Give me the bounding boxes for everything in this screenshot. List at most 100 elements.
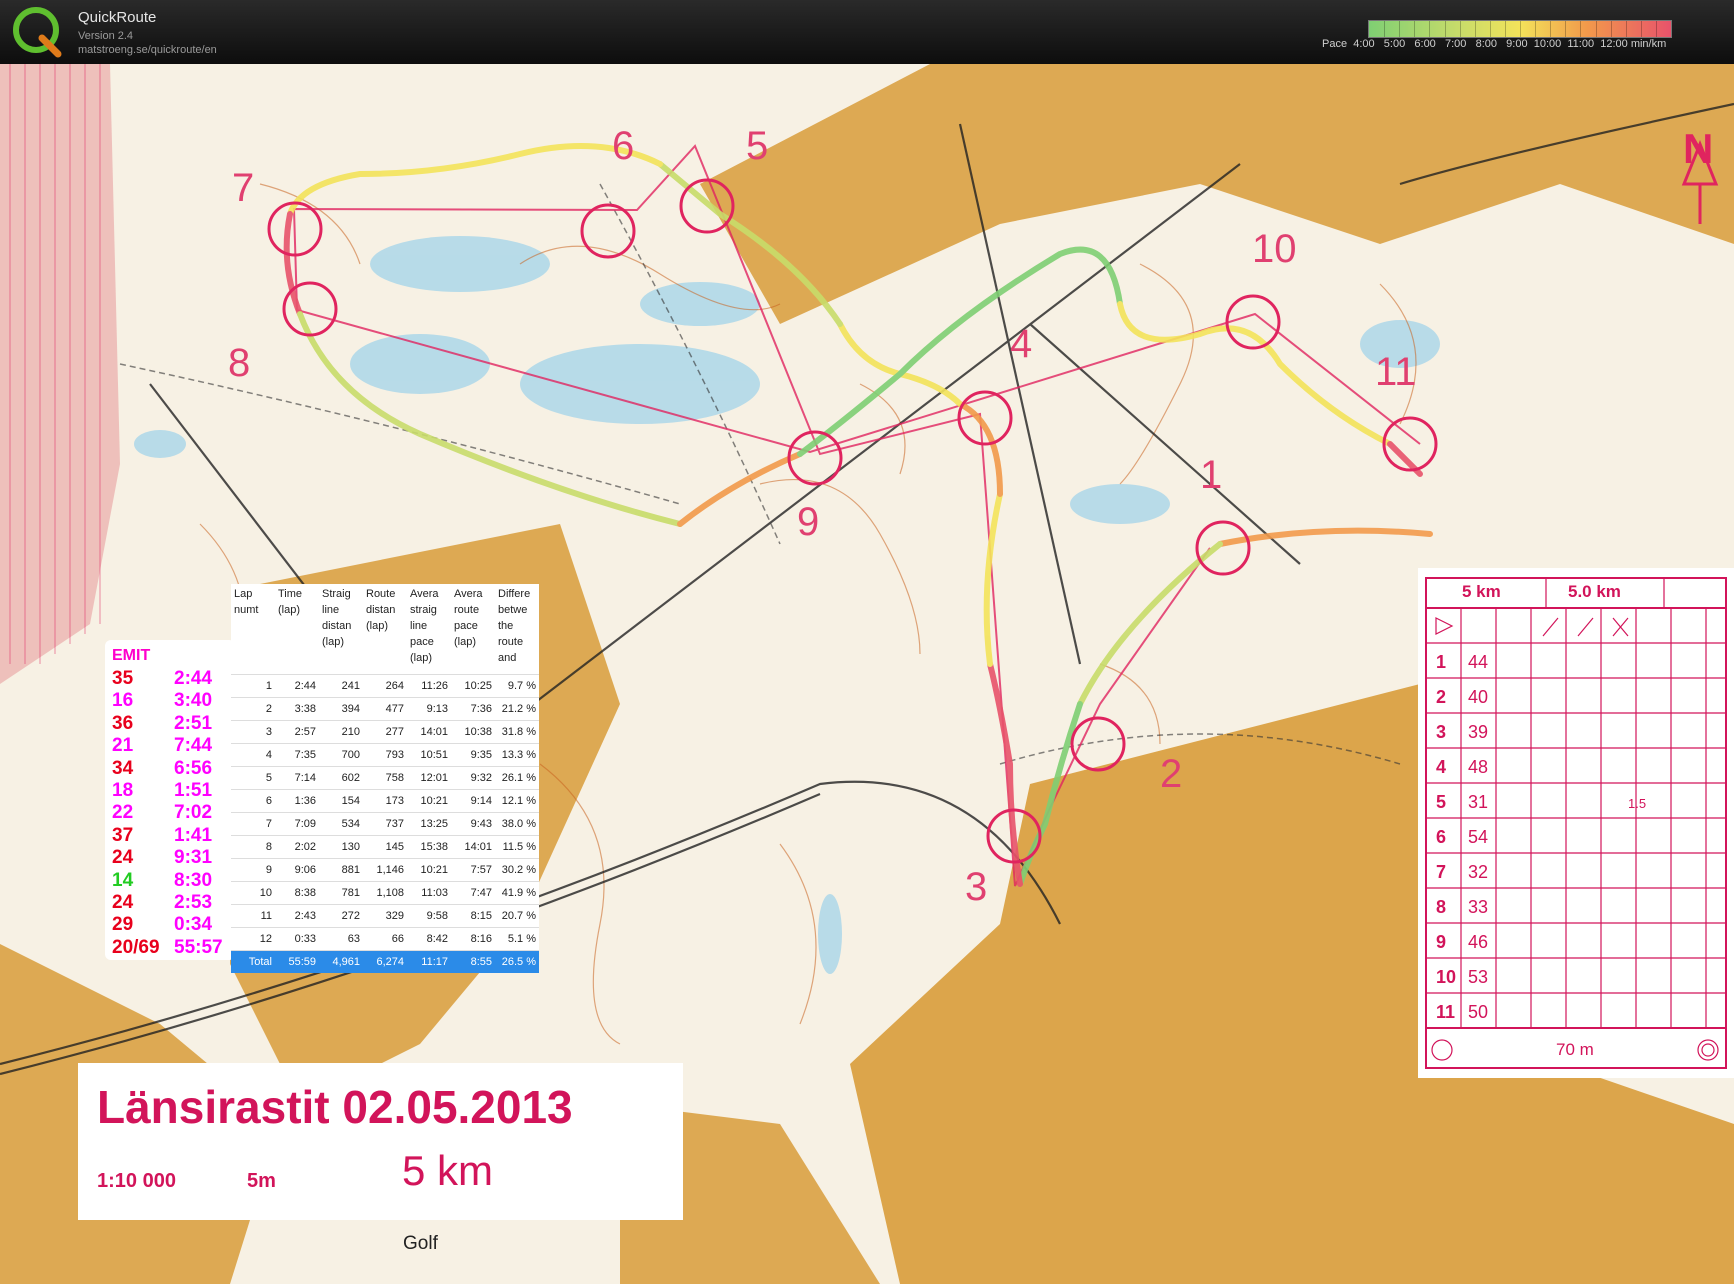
lap-table-cell: 7 bbox=[231, 812, 275, 836]
pace-bar-cell bbox=[1474, 21, 1476, 37]
pace-bar-cell bbox=[1414, 21, 1416, 37]
desc-control-number: 3 bbox=[1436, 722, 1447, 742]
emit-split-time: 2:51 bbox=[174, 712, 213, 734]
lap-table-row: 11 2:43 272 329 9:58 8:15 20.7 % bbox=[231, 904, 539, 928]
lap-table-header: Avera straig line pace (lap) bbox=[410, 588, 439, 664]
desc-control-number: 5 bbox=[1436, 792, 1447, 812]
lap-table-row: 3 2:57 210 277 14:01 10:38 31.8 % bbox=[231, 720, 539, 744]
lap-table-cell: 1:36 bbox=[275, 789, 319, 813]
lap-table-cell: 41.9 % bbox=[495, 881, 539, 905]
emit-split-time: 6:56 bbox=[174, 757, 213, 779]
pace-tick: 8:00 bbox=[1475, 38, 1497, 50]
lap-table-cell: 0:33 bbox=[275, 927, 319, 951]
course-distance: 5 km bbox=[402, 1147, 494, 1194]
emit-split-row: 29 0:34 bbox=[112, 914, 232, 936]
lap-table-cell: 9:35 bbox=[451, 743, 495, 767]
desc-control-number: 8 bbox=[1436, 897, 1447, 917]
emit-split-time: 3:40 bbox=[174, 690, 213, 712]
lap-table-header: Straig line distan (lap) bbox=[322, 588, 352, 648]
emit-split-time: 8:30 bbox=[174, 869, 213, 891]
pace-bar-cell bbox=[1595, 21, 1597, 37]
lap-table-cell: 277 bbox=[363, 720, 407, 744]
pace-bar-cell bbox=[1444, 21, 1446, 37]
lap-table-cell: 10 bbox=[231, 881, 275, 905]
lap-table-cell: 21.2 % bbox=[495, 697, 539, 721]
desc-control-code: 31 bbox=[1468, 792, 1489, 812]
lap-table-cell: 145 bbox=[363, 835, 407, 859]
control-label: 10 bbox=[1252, 227, 1297, 271]
lap-table-cell: 3 bbox=[231, 720, 275, 744]
emit-control-code: 14 bbox=[112, 869, 134, 891]
app-version: Version 2.4 bbox=[78, 30, 134, 42]
lap-table-row: 2 3:38 394 477 9:13 7:36 21.2 % bbox=[231, 697, 539, 721]
lap-table-header: Differe betwe the route and bbox=[498, 588, 531, 664]
lap-table-cell: 1,108 bbox=[363, 881, 407, 905]
lap-table-cell: 9:13 bbox=[407, 697, 451, 721]
lap-table-cell: 173 bbox=[363, 789, 407, 813]
emit-control-code: 34 bbox=[112, 757, 134, 779]
lap-table-cell: 30.2 % bbox=[495, 858, 539, 882]
lap-table-cell: 10:51 bbox=[407, 743, 451, 767]
lap-table-cell: 10:38 bbox=[451, 720, 495, 744]
lap-table-cell: 9:58 bbox=[407, 904, 451, 928]
lap-table-row: 9 9:06 881 1,146 10:21 7:57 30.2 % bbox=[231, 858, 539, 882]
emit-split-time: 2:44 bbox=[174, 668, 213, 689]
pace-color-legend bbox=[1368, 20, 1672, 38]
desc-control-code: 33 bbox=[1468, 897, 1489, 917]
lap-table-cell: 5 bbox=[231, 766, 275, 790]
lap-table-cell: 758 bbox=[363, 766, 407, 790]
lap-table-row: 8 2:02 130 145 15:38 14:01 11.5 % bbox=[231, 835, 539, 859]
lap-table-cell: 6 bbox=[231, 789, 275, 813]
emit-title: EMIT bbox=[112, 647, 151, 664]
lap-table-cell: 241 bbox=[319, 674, 363, 698]
emit-split-row: 36 2:51 bbox=[112, 713, 232, 735]
pace-tick: 12:00 bbox=[1600, 38, 1628, 50]
control-label: 2 bbox=[1160, 752, 1183, 796]
emit-split-row: 21 7:44 bbox=[112, 735, 232, 757]
emit-split-row: 18 1:51 bbox=[112, 780, 232, 802]
pace-tick: 11:00 bbox=[1567, 38, 1595, 50]
app-url[interactable]: matstroeng.se/quickroute/en bbox=[78, 44, 217, 56]
lap-table-cell: 700 bbox=[319, 743, 363, 767]
app-header: QuickRoute Version 2.4 matstroeng.se/qui… bbox=[0, 0, 1734, 64]
pace-bar-cell bbox=[1504, 21, 1506, 37]
lap-table-total-cell: 55:59 bbox=[275, 950, 319, 973]
lap-table-cell: 130 bbox=[319, 835, 363, 859]
lap-table-cell: 781 bbox=[319, 881, 363, 905]
desc-header-right: 5.0 km bbox=[1568, 582, 1621, 601]
lap-table-cell: 1,146 bbox=[363, 858, 407, 882]
lap-table-row: 4 7:35 700 793 10:51 9:35 13.3 % bbox=[231, 743, 539, 767]
desc-control-number: 10 bbox=[1436, 967, 1457, 987]
lap-table-total-cell: 26.5 % bbox=[495, 950, 539, 973]
lap-table-cell: 8 bbox=[231, 835, 275, 859]
emit-control-code: 29 bbox=[112, 914, 134, 936]
emit-control-code: 18 bbox=[112, 780, 134, 801]
desc-control-code: 32 bbox=[1468, 862, 1489, 882]
desc-control-number: 4 bbox=[1436, 757, 1447, 777]
pace-bar-cell bbox=[1384, 21, 1386, 37]
emit-split-row: 34 6:56 bbox=[112, 758, 232, 780]
pace-tick: 6:00 bbox=[1414, 38, 1436, 50]
lap-table-cell: 881 bbox=[319, 858, 363, 882]
desc-control-number: 6 bbox=[1436, 827, 1447, 847]
lap-table-cell: 63 bbox=[319, 927, 363, 951]
pace-tick: 7:00 bbox=[1444, 38, 1467, 50]
emit-control-code: 16 bbox=[112, 690, 134, 712]
lap-table-cell: 66 bbox=[363, 927, 407, 951]
desc-control-code: 50 bbox=[1468, 1002, 1489, 1022]
lap-table-cell: 38.0 % bbox=[495, 812, 539, 836]
lap-table-cell: 793 bbox=[363, 743, 407, 767]
lap-table-cell: 9:14 bbox=[451, 789, 495, 813]
lap-table-cell: 10:21 bbox=[407, 858, 451, 882]
lap-table-cell: 12:01 bbox=[407, 766, 451, 790]
lap-table-cell: 8:15 bbox=[451, 904, 495, 928]
emit-control-code: 20/69 bbox=[112, 936, 160, 958]
emit-split-time: 2:53 bbox=[174, 892, 213, 913]
pace-bar-cell bbox=[1640, 21, 1642, 37]
desc-control-code: 54 bbox=[1468, 827, 1489, 847]
desc-control-number: 11 bbox=[1436, 1002, 1456, 1022]
pace-label: Pace bbox=[1322, 38, 1348, 50]
lap-table-cell: 7:09 bbox=[275, 812, 319, 836]
desc-extra: 1.5 bbox=[1628, 796, 1647, 811]
lap-table-cell: 9:43 bbox=[451, 812, 495, 836]
